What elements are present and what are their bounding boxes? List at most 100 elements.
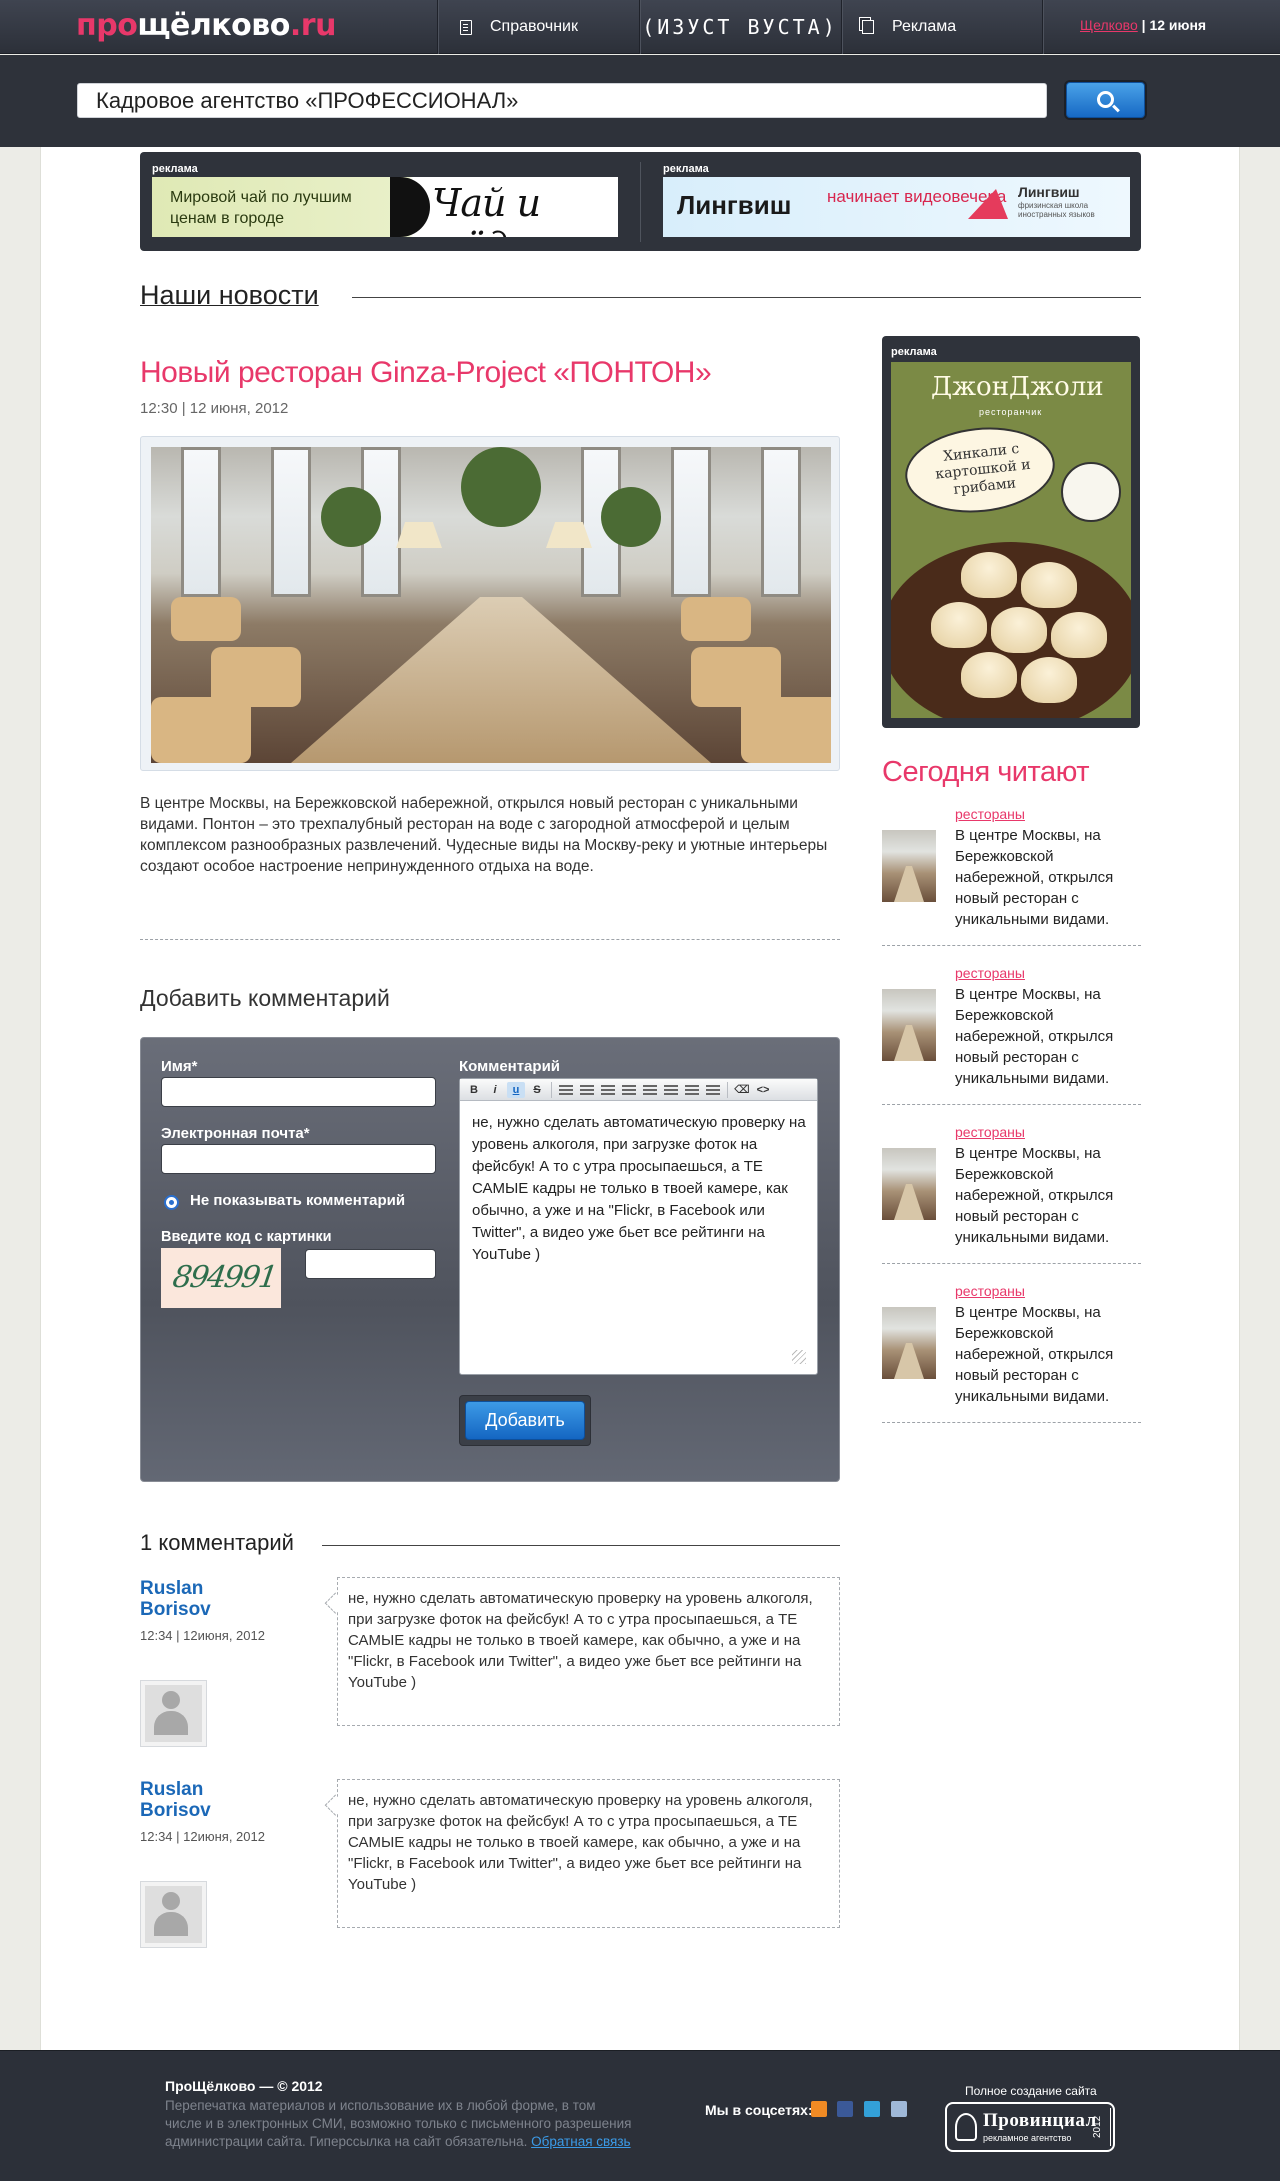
copy-icon — [862, 20, 874, 34]
numbered-list-icon[interactable] — [662, 1082, 680, 1098]
name-field[interactable] — [161, 1077, 436, 1107]
ad-banner-tea-text: Мировой чай по лучшим ценам в городе — [170, 189, 352, 227]
logo-part-pro: про — [76, 8, 138, 43]
today-category-link[interactable]: рестораны — [955, 806, 1025, 822]
align-left-icon[interactable] — [578, 1082, 596, 1098]
resize-grip-icon[interactable] — [792, 1350, 806, 1364]
article-photo — [151, 447, 831, 763]
submit-comment-button[interactable]: Добавить — [465, 1401, 585, 1440]
comment-editor-text[interactable]: не, нужно сделать автоматическую проверк… — [472, 1112, 807, 1266]
captcha-label: Введите код с картинки — [161, 1229, 332, 1245]
search-input[interactable]: Кадровое агентство «ПРОФЕССИОНАЛ» — [77, 83, 1047, 118]
comment-date: 12:34 | 12июня, 2012 — [140, 1628, 265, 1643]
email-field[interactable] — [161, 1144, 436, 1174]
toolbar-divider — [551, 1081, 552, 1098]
underline-button[interactable]: u — [507, 1081, 525, 1098]
current-date: 12 июня — [1149, 17, 1207, 33]
strikethrough-button[interactable]: S — [528, 1082, 546, 1098]
delicious-icon[interactable] — [891, 2101, 907, 2117]
ad-banner-tea-swoosh — [390, 177, 430, 237]
city-link[interactable]: Щелково — [1080, 17, 1138, 33]
captcha-field[interactable] — [305, 1249, 436, 1279]
align-justify-icon[interactable] — [557, 1082, 575, 1098]
nav-item-directory-label: Справочник — [490, 18, 578, 35]
outdent-icon[interactable] — [683, 1082, 701, 1098]
italic-button[interactable]: i — [486, 1082, 504, 1098]
city-date: Щелково | 12 июня — [1080, 17, 1206, 33]
footer-note: Перепечатка материалов и использование и… — [165, 2097, 635, 2151]
editor-toolbar: B i u S ⌫ <> — [460, 1079, 817, 1101]
sheep-icon — [1061, 462, 1121, 522]
today-thumbnail[interactable] — [882, 1148, 936, 1220]
sidebar-ad-banner[interactable]: ДжонДжоли ресторанчик Хинкали с картошко… — [891, 362, 1131, 718]
ad-banner-lingvish[interactable]: Лингвиш начинает видеовечера Лингвиш фри… — [663, 177, 1130, 237]
today-category-link[interactable]: рестораны — [955, 1283, 1025, 1299]
news-heading[interactable]: Наши новости — [140, 280, 319, 311]
today-text[interactable]: В центре Москвы, на Бережковской набереж… — [955, 984, 1130, 1089]
article-title[interactable]: Новый ресторан Ginza-Project «ПОНТОН» — [140, 356, 712, 390]
today-thumbnail[interactable] — [882, 830, 936, 902]
nav-item-advertising[interactable]: Реклама — [862, 0, 1042, 54]
search-button[interactable] — [1066, 82, 1145, 118]
today-text[interactable]: В центре Москвы, на Бережковской набереж… — [955, 1143, 1130, 1248]
site-logo[interactable]: прощёлково.ru — [76, 10, 336, 42]
ad-banner-lingvish-brand2: Лингвиш — [1018, 184, 1080, 200]
code-icon[interactable]: <> — [754, 1082, 772, 1098]
avatar — [140, 1881, 207, 1948]
eraser-icon[interactable]: ⌫ — [733, 1082, 751, 1098]
feedback-link[interactable]: Обратная связь — [531, 2134, 630, 2149]
article-text: В центре Москвы, на Бережковской набереж… — [140, 795, 828, 875]
today-category-link[interactable]: рестораны — [955, 1124, 1025, 1140]
indent-icon[interactable] — [704, 1082, 722, 1098]
comment-body: не, нужно сделать автоматическую проверк… — [337, 1577, 840, 1726]
today-reading-heading: Сегодня читают — [882, 756, 1090, 788]
comment-label: Комментарий — [459, 1058, 561, 1075]
email-label: Электронная почта* — [161, 1125, 310, 1142]
bird-icon — [968, 189, 1008, 219]
ad-banner-lingvish-sub: фризинская школа иностранных языков — [1018, 201, 1095, 219]
ad-banner-tea[interactable]: Мировой чай по лучшим ценам в городе Чай… — [152, 177, 618, 237]
ad-banner-tea-brand: Чай и мёд — [432, 181, 541, 237]
comment-author[interactable]: Ruslan Borisov — [140, 1779, 250, 1821]
city-date-separator: | — [1141, 17, 1146, 33]
comment-author[interactable]: Ruslan Borisov — [140, 1578, 250, 1620]
heading-rule — [322, 1545, 840, 1546]
twitter-icon[interactable] — [864, 2101, 880, 2117]
today-divider — [882, 945, 1141, 946]
brand-center-logo[interactable]: (ИЗУСТ ВУСТА) — [640, 0, 840, 54]
bullet-list-icon[interactable] — [641, 1082, 659, 1098]
nav-divider — [1042, 0, 1043, 54]
logo-part-main: щёлково — [137, 8, 290, 43]
heading-rule — [352, 297, 1141, 298]
bold-button[interactable]: B — [465, 1082, 483, 1098]
ad-banner-lingvish-brand: Лингвиш — [677, 190, 792, 220]
today-text[interactable]: В центре Москвы, на Бережковской набереж… — [955, 825, 1130, 930]
toolbar-divider — [727, 1081, 728, 1098]
rss-icon[interactable] — [811, 2101, 827, 2117]
article-divider — [140, 939, 840, 940]
avatar — [140, 1680, 207, 1747]
article-meta: 12:30 | 12 июня, 2012 — [140, 400, 289, 417]
align-right-icon[interactable] — [620, 1082, 638, 1098]
name-label: Имя* — [161, 1058, 198, 1075]
comment-body: не, нужно сделать автоматическую проверк… — [337, 1779, 840, 1928]
search-icon — [1097, 91, 1114, 108]
align-center-icon[interactable] — [599, 1082, 617, 1098]
agency-logo[interactable]: Провинциал рекламное агентство 2012 — [945, 2102, 1115, 2152]
hide-comment-label[interactable]: Не показывать комментарий — [190, 1192, 405, 1209]
ad-label: реклама — [663, 163, 709, 175]
facebook-icon[interactable] — [837, 2101, 853, 2117]
hide-comment-radio[interactable] — [164, 1195, 179, 1210]
today-text[interactable]: В центре Москвы, на Бережковской набереж… — [955, 1302, 1130, 1407]
today-category-link[interactable]: рестораны — [955, 965, 1025, 981]
speech-text: Хинкали с картошкой и грибами — [934, 440, 1032, 498]
speech-bubble: Хинкали с картошкой и грибами — [901, 420, 1059, 520]
nav-item-directory[interactable]: Справочник — [460, 0, 640, 54]
agency-name: Провинциал — [983, 2110, 1097, 2131]
today-thumbnail[interactable] — [882, 1307, 936, 1379]
captcha-code: 894991 — [170, 1260, 278, 1295]
add-comment-heading: Добавить комментарий — [140, 985, 390, 1011]
today-thumbnail[interactable] — [882, 989, 936, 1061]
logo-part-domain: .ru — [289, 8, 337, 43]
social-label: Мы в соцсетях: — [705, 2102, 813, 2118]
